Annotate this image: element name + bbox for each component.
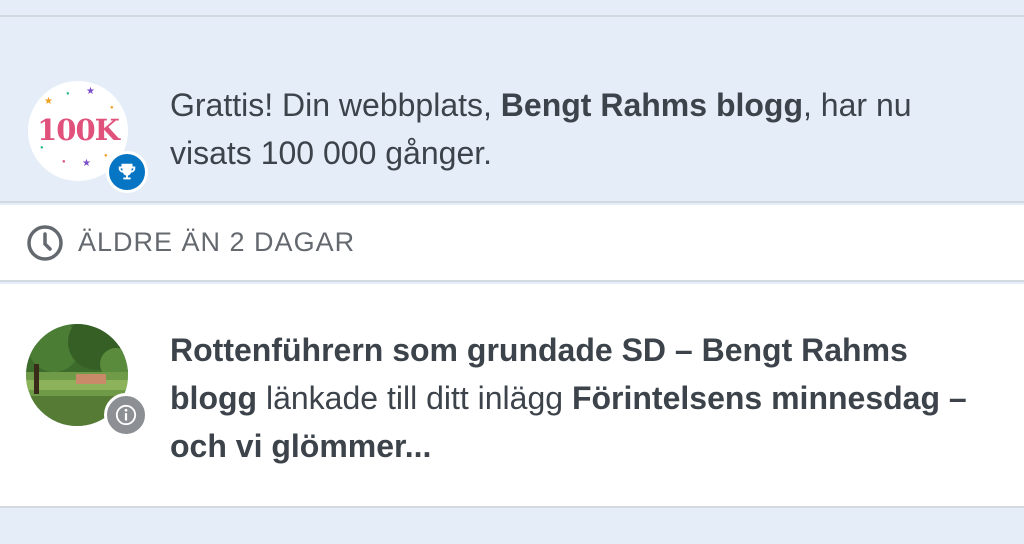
site-name: Bengt Rahms blogg: [500, 87, 804, 123]
message-prefix: Grattis! Din webbplats,: [170, 87, 501, 123]
achievement-badge: ★ ● ★ ● ● ● ★ ● 100K: [28, 81, 148, 193]
message-middle: länkade till ditt inlägg: [257, 380, 572, 416]
section-label: ÄLDRE ÄN 2 DAGAR: [78, 227, 356, 257]
star-icon: ★: [82, 158, 91, 169]
star-icon: ★: [44, 96, 53, 107]
trophy-icon: [106, 151, 148, 193]
star-icon: ●: [66, 91, 70, 97]
pingback-message: Rottenführern som grundade SD – Bengt Ra…: [170, 326, 990, 470]
achievement-notification[interactable]: ★ ● ★ ● ● ● ★ ● 100K Grattis! Din webbpl…: [0, 19, 1024, 203]
star-icon: ●: [104, 153, 108, 159]
star-icon: ●: [62, 159, 66, 165]
star-icon: ★: [86, 86, 95, 97]
next-notification-edge: [0, 510, 1024, 544]
notifications-page: ★ ● ★ ● ● ● ★ ● 100K Grattis! Din webbpl…: [0, 0, 1024, 544]
achievement-message: Grattis! Din webbplats, Bengt Rahms blog…: [170, 81, 1000, 177]
clock-icon: [27, 225, 63, 261]
star-icon: ●: [110, 105, 114, 111]
previous-notification-edge: [0, 0, 1024, 17]
info-icon: [104, 393, 148, 437]
badge-label: 100K: [37, 113, 120, 147]
